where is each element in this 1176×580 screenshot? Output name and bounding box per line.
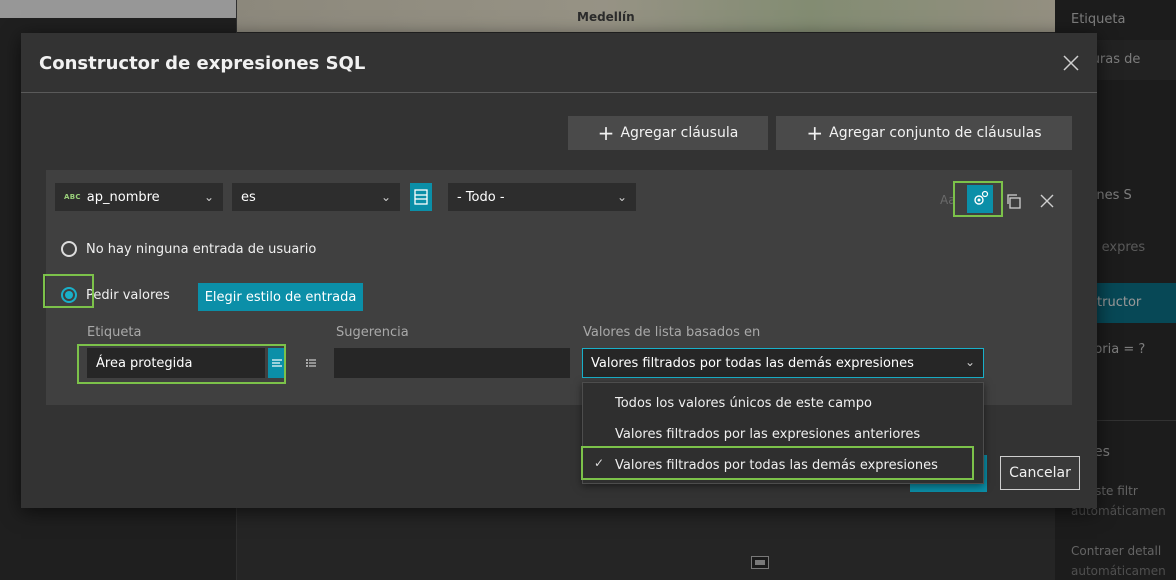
single-line-icon[interactable] [268, 348, 286, 378]
radio-ask-values-label: Pedir valores [86, 288, 170, 303]
etiqueta-label: Etiqueta [87, 325, 142, 340]
list-icon [414, 189, 428, 205]
dropdown-option[interactable]: Todos los valores únicos de este campo [583, 388, 983, 418]
dialog-header-divider [21, 92, 1097, 93]
field-select-value: ap_nombre [86, 189, 160, 205]
dropdown-option-label: Valores filtrados por las expresiones an… [615, 426, 921, 442]
sugerencia-input[interactable] [334, 348, 570, 378]
choose-input-style-button[interactable]: Elegir estilo de entrada [198, 283, 363, 311]
list-based-on-value: Valores filtrados por todas las demás ex… [591, 355, 914, 371]
chevron-down-icon: ⌄ [203, 190, 214, 204]
list-based-on-select[interactable]: Valores filtrados por todas las demás ex… [582, 348, 984, 378]
etiqueta-input[interactable]: Área protegida [87, 348, 265, 378]
etiqueta-input-value: Área protegida [96, 355, 193, 371]
cancel-button[interactable]: Cancelar [1000, 456, 1080, 490]
dialog-title: Constructor de expresiones SQL [39, 53, 366, 74]
chevron-down-icon: ⌄ [380, 190, 391, 204]
operator-select[interactable]: es ⌄ [232, 183, 400, 211]
add-clause-set-label: Agregar conjunto de cláusulas [829, 125, 1042, 141]
radio-ask-values[interactable] [61, 287, 77, 303]
radio-no-input-label: No hay ninguna entrada de usuario [86, 242, 317, 257]
case-sensitive-label[interactable]: Aa [940, 193, 956, 207]
dropdown-option-selected[interactable]: ✓ Valores filtrados por todas las demás … [583, 450, 983, 480]
delete-clause-icon[interactable] [1036, 187, 1058, 215]
list-bullets-icon[interactable] [300, 348, 322, 378]
field-select[interactable]: ABC ap_nombre ⌄ [55, 183, 223, 211]
dropdown-option[interactable]: Valores filtrados por las expresiones an… [583, 419, 983, 449]
value-select-value: - Todo - [457, 189, 505, 205]
dropdown-option-label: Todos los valores únicos de este campo [615, 395, 872, 411]
copy-icon[interactable] [1003, 187, 1025, 215]
add-clause-label: Agregar cláusula [620, 125, 739, 141]
radio-no-input[interactable] [61, 241, 77, 257]
operator-select-value: es [241, 189, 256, 205]
plus-icon: + [597, 121, 615, 145]
settings-icon[interactable] [967, 185, 993, 213]
close-icon[interactable] [1059, 51, 1083, 75]
add-clause-button[interactable]: + Agregar cláusula [568, 116, 768, 150]
chevron-down-icon: ⌄ [964, 355, 975, 369]
list-based-on-dropdown: Todos los valores únicos de este campo V… [582, 382, 984, 484]
dropdown-option-label: Valores filtrados por todas las demás ex… [615, 457, 938, 473]
value-select[interactable]: - Todo - ⌄ [448, 183, 636, 211]
plus-icon: + [806, 121, 824, 145]
text-field-icon: ABC [64, 193, 81, 201]
value-source-toggle[interactable] [410, 183, 432, 211]
add-clause-set-button[interactable]: + Agregar conjunto de cláusulas [776, 116, 1072, 150]
list-based-on-label: Valores de lista basados en [583, 325, 761, 340]
sugerencia-label: Sugerencia [336, 325, 409, 340]
chevron-down-icon: ⌄ [616, 190, 627, 204]
check-icon: ✓ [594, 456, 605, 470]
